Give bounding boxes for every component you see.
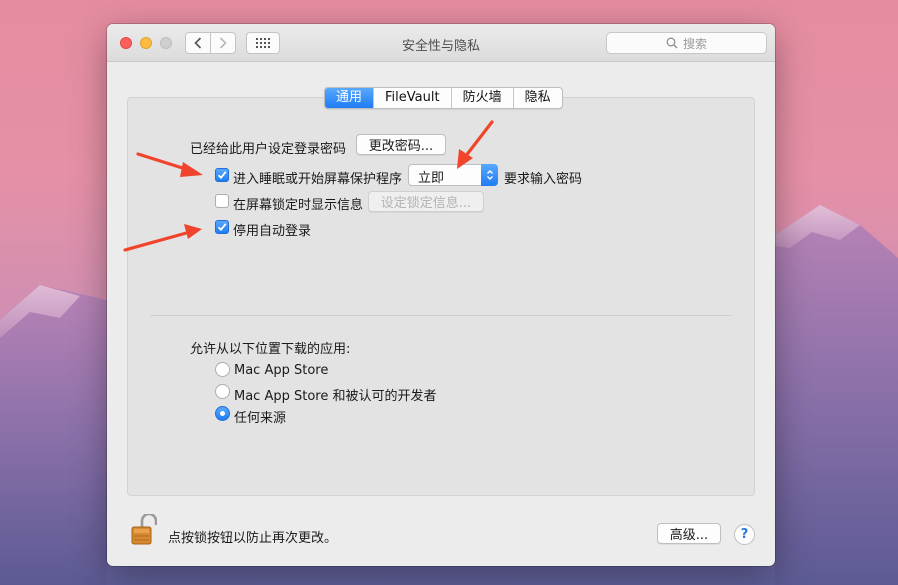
tab-filevault[interactable]: FileVault: [374, 88, 452, 108]
show-message-label: 在屏幕锁定时显示信息: [233, 198, 364, 213]
checkmark-icon: [217, 223, 227, 232]
tab-bar: 通用 FileVault 防火墙 隐私: [324, 87, 563, 109]
option-identified-developers-label: Mac App Store 和被认可的开发者: [234, 389, 437, 404]
set-lock-message-button[interactable]: 设定锁定信息...: [368, 191, 484, 212]
downloads-heading: 允许从以下位置下载的应用:: [190, 342, 351, 357]
change-password-button[interactable]: 更改密码...: [356, 134, 446, 155]
close-window-button[interactable]: [120, 37, 132, 49]
checkmark-icon: [217, 171, 227, 180]
radio-anywhere[interactable]: [215, 406, 230, 421]
disable-autologin-checkbox[interactable]: [215, 220, 229, 234]
search-icon: [666, 37, 678, 49]
grid-icon: [256, 38, 270, 48]
show-all-button[interactable]: [246, 32, 280, 54]
tab-general[interactable]: 通用: [325, 88, 375, 108]
minimize-window-button[interactable]: [140, 37, 152, 49]
chevron-left-icon: [194, 37, 202, 49]
search-field[interactable]: 搜索: [606, 32, 767, 54]
disable-autologin-label: 停用自动登录: [233, 224, 312, 239]
lock-hint-text: 点按锁按钮以防止再次更改。: [168, 531, 338, 546]
option-mac-app-store-label: Mac App Store: [234, 363, 329, 378]
back-button[interactable]: [185, 32, 211, 54]
radio-identified-developers[interactable]: [215, 384, 230, 399]
option-anywhere-label: 任何来源: [234, 411, 287, 426]
search-placeholder: 搜索: [682, 36, 707, 51]
zoom-window-button[interactable]: [160, 37, 172, 49]
require-password-delay-select[interactable]: 立即: [408, 164, 498, 186]
section-divider: [150, 315, 732, 316]
padlock-unlocked-icon[interactable]: [131, 512, 158, 550]
advanced-button[interactable]: 高级...: [657, 523, 721, 544]
password-set-label: 已经给此用户设定登录密码: [190, 142, 347, 157]
title-bar: 安全性与隐私 搜索: [107, 24, 775, 62]
require-password-checkbox[interactable]: [215, 168, 229, 182]
require-password-label: 进入睡眠或开始屏幕保护程序: [233, 172, 403, 187]
chevron-right-icon: [219, 37, 227, 49]
tab-privacy[interactable]: 隐私: [514, 88, 562, 108]
forward-button[interactable]: [210, 32, 236, 54]
select-stepper-icon: [481, 164, 498, 186]
delay-selected-value: 立即: [418, 171, 445, 186]
help-button[interactable]: ?: [734, 524, 755, 545]
require-password-suffix: 要求输入密码: [504, 172, 583, 187]
tab-firewall[interactable]: 防火墙: [452, 88, 514, 108]
security-privacy-window: 安全性与隐私 搜索 通用 FileVault 防火墙 隐私 已经给此用户设定登录…: [107, 24, 775, 566]
radio-mac-app-store[interactable]: [215, 362, 230, 377]
show-message-checkbox[interactable]: [215, 194, 229, 208]
